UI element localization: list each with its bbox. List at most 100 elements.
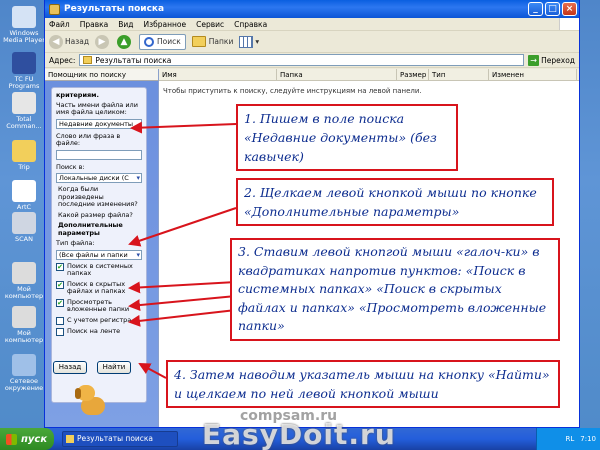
menu-edit[interactable]: Правка: [80, 20, 109, 29]
folders-label: Папки: [208, 37, 234, 46]
callout-step-3: 3. Ставим левой кнопгой мыши «галоч-ки» …: [230, 238, 560, 341]
back-button[interactable]: ◀ Назад: [49, 34, 90, 49]
address-bar: Адрес: Результаты поиска → Переход: [45, 53, 579, 68]
watermark-large: EasyDoit.ru: [202, 418, 396, 450]
go-label: Переход: [541, 55, 575, 65]
desktop-icon-label: Мой компьютер: [4, 329, 44, 344]
views-icon: [239, 35, 254, 48]
menu-tools[interactable]: Сервис: [196, 20, 224, 29]
chevron-down-icon: ▾: [255, 37, 260, 46]
windows-logo-icon: [559, 18, 579, 30]
title-bar[interactable]: Результаты поиска _ □ ×: [45, 0, 579, 18]
desktop-icon[interactable]: Windows Media Player: [2, 6, 46, 44]
menu-help[interactable]: Справка: [234, 20, 267, 29]
start-label: пуск: [21, 433, 48, 445]
program-icon: [12, 52, 36, 74]
search-in-select[interactable]: Локальные диски (C: [56, 173, 142, 183]
desktop-icon-label: Windows Media Player: [3, 29, 45, 44]
maximize-button[interactable]: □: [545, 2, 560, 16]
folder-icon: [191, 36, 206, 47]
media-player-icon: [12, 6, 36, 28]
desktop-icon[interactable]: TC FU Programs: [2, 52, 46, 90]
case-sensitive-checkbox[interactable]: С учетом регистра: [56, 316, 142, 325]
checkbox-label: Поиск в системных папках: [67, 261, 133, 277]
search-button[interactable]: Поиск: [139, 33, 186, 50]
computer-icon: [12, 306, 36, 328]
start-button[interactable]: пуск: [0, 428, 54, 450]
search-folder-icon: [49, 3, 60, 15]
address-input[interactable]: Результаты поиска: [79, 54, 525, 66]
system-tray: RL 7:10: [536, 428, 600, 450]
up-arrow-icon: ▲: [117, 34, 132, 49]
column-modified[interactable]: Изменен: [489, 69, 577, 80]
name-label: Часть имени файла или имя файла целиком:: [56, 100, 138, 116]
checkbox-box: [56, 327, 64, 336]
file-name-input[interactable]: Недавние документы: [56, 118, 142, 129]
callout-step-2: 2. Щелкаем левой кнопкой мыши по кнопке …: [236, 178, 554, 226]
menu-file[interactable]: Файл: [49, 20, 70, 29]
file-type-select[interactable]: (Все файлы и папки: [56, 249, 142, 260]
advanced-options-toggle[interactable]: Дополнительные параметры: [56, 221, 142, 237]
desktop-icon[interactable]: Сетевое окружение: [2, 354, 46, 392]
desktop-icon[interactable]: Total Comman...: [2, 92, 46, 130]
minimize-button[interactable]: _: [528, 2, 543, 16]
desktop-icon[interactable]: ArtC: [2, 180, 46, 211]
desktop-icon-label: Trip: [18, 163, 30, 171]
document-icon: [12, 180, 36, 202]
network-icon: [12, 354, 36, 376]
language-indicator[interactable]: RL: [566, 435, 575, 443]
checkbox-label: Просмотреть вложенные папки: [67, 297, 130, 313]
empty-results-message: Чтобы приступить к поиску, следуйте инст…: [163, 87, 422, 95]
desktop-icon[interactable]: SCAN: [2, 212, 46, 243]
search-dog-icon[interactable]: [73, 385, 111, 419]
folders-button[interactable]: Папки: [191, 36, 234, 47]
size-option[interactable]: Какой размер файла?: [56, 211, 142, 220]
forward-button[interactable]: ▶: [95, 34, 111, 49]
when-modified-option[interactable]: Когда были произведены последние изменен…: [56, 185, 142, 209]
checkbox-label: Поиск в скрытых файлах и папках: [67, 279, 126, 295]
desktop-icon[interactable]: Trip: [2, 140, 46, 171]
search-in-label: Поиск в:: [56, 162, 85, 171]
file-type-label: Тип файла:: [56, 239, 95, 247]
search-form: критериям. Часть имени файла или имя фай…: [51, 87, 147, 403]
program-icon: [12, 92, 36, 114]
desktop-icon[interactable]: Мой компьютер: [2, 262, 46, 300]
find-button[interactable]: Найти: [97, 361, 131, 374]
desktop-icon-label: TC FU Programs: [8, 75, 40, 90]
go-button[interactable]: → Переход: [528, 54, 575, 66]
menu-favorites[interactable]: Избранное: [144, 20, 187, 29]
hidden-files-checkbox[interactable]: ✔ Поиск в скрытых файлах и папках: [56, 279, 142, 296]
up-folder-button[interactable]: ▲: [117, 34, 133, 49]
windows-flag-icon: [6, 433, 17, 445]
desktop-icon[interactable]: Мой компьютер: [2, 306, 46, 344]
checkmark-icon: ✔: [56, 280, 64, 289]
desktop-icon-label: Total Comman...: [6, 115, 42, 130]
system-folders-checkbox[interactable]: ✔ Поиск в системных папках: [56, 261, 142, 278]
subfolders-checkbox[interactable]: ✔ Просмотреть вложенные папки: [56, 297, 142, 314]
back-form-button[interactable]: Назад: [53, 361, 87, 374]
form-buttons: Назад Найти: [53, 361, 131, 374]
back-label: Назад: [65, 37, 90, 46]
address-value: Результаты поиска: [95, 55, 172, 65]
column-name[interactable]: Имя: [159, 69, 277, 80]
close-button[interactable]: ×: [562, 2, 577, 16]
views-button[interactable]: ▾: [239, 35, 260, 48]
address-label: Адрес:: [49, 55, 76, 65]
menu-view[interactable]: Вид: [118, 20, 133, 29]
column-type[interactable]: Тип: [429, 69, 489, 80]
menu-bar: Файл Правка Вид Избранное Сервис Справка: [45, 18, 579, 31]
column-size[interactable]: Размер: [397, 69, 429, 80]
tape-search-checkbox[interactable]: Поиск на ленте: [56, 326, 142, 336]
phrase-input[interactable]: [56, 149, 142, 160]
checkbox-label: Поиск на ленте: [67, 326, 121, 335]
search-icon: [144, 36, 155, 47]
toolbar: ◀ Назад ▶ ▲ Поиск Папки ▾: [45, 31, 579, 53]
search-folder-icon: [83, 56, 93, 64]
clock: 7:10: [580, 435, 596, 443]
scanner-icon: [12, 212, 36, 234]
computer-icon: [12, 262, 36, 284]
checkmark-icon: ✔: [56, 262, 64, 271]
folder-icon: [12, 140, 36, 162]
column-folder[interactable]: Папка: [277, 69, 397, 80]
taskbar-item-search[interactable]: Результаты поиска: [62, 431, 178, 447]
